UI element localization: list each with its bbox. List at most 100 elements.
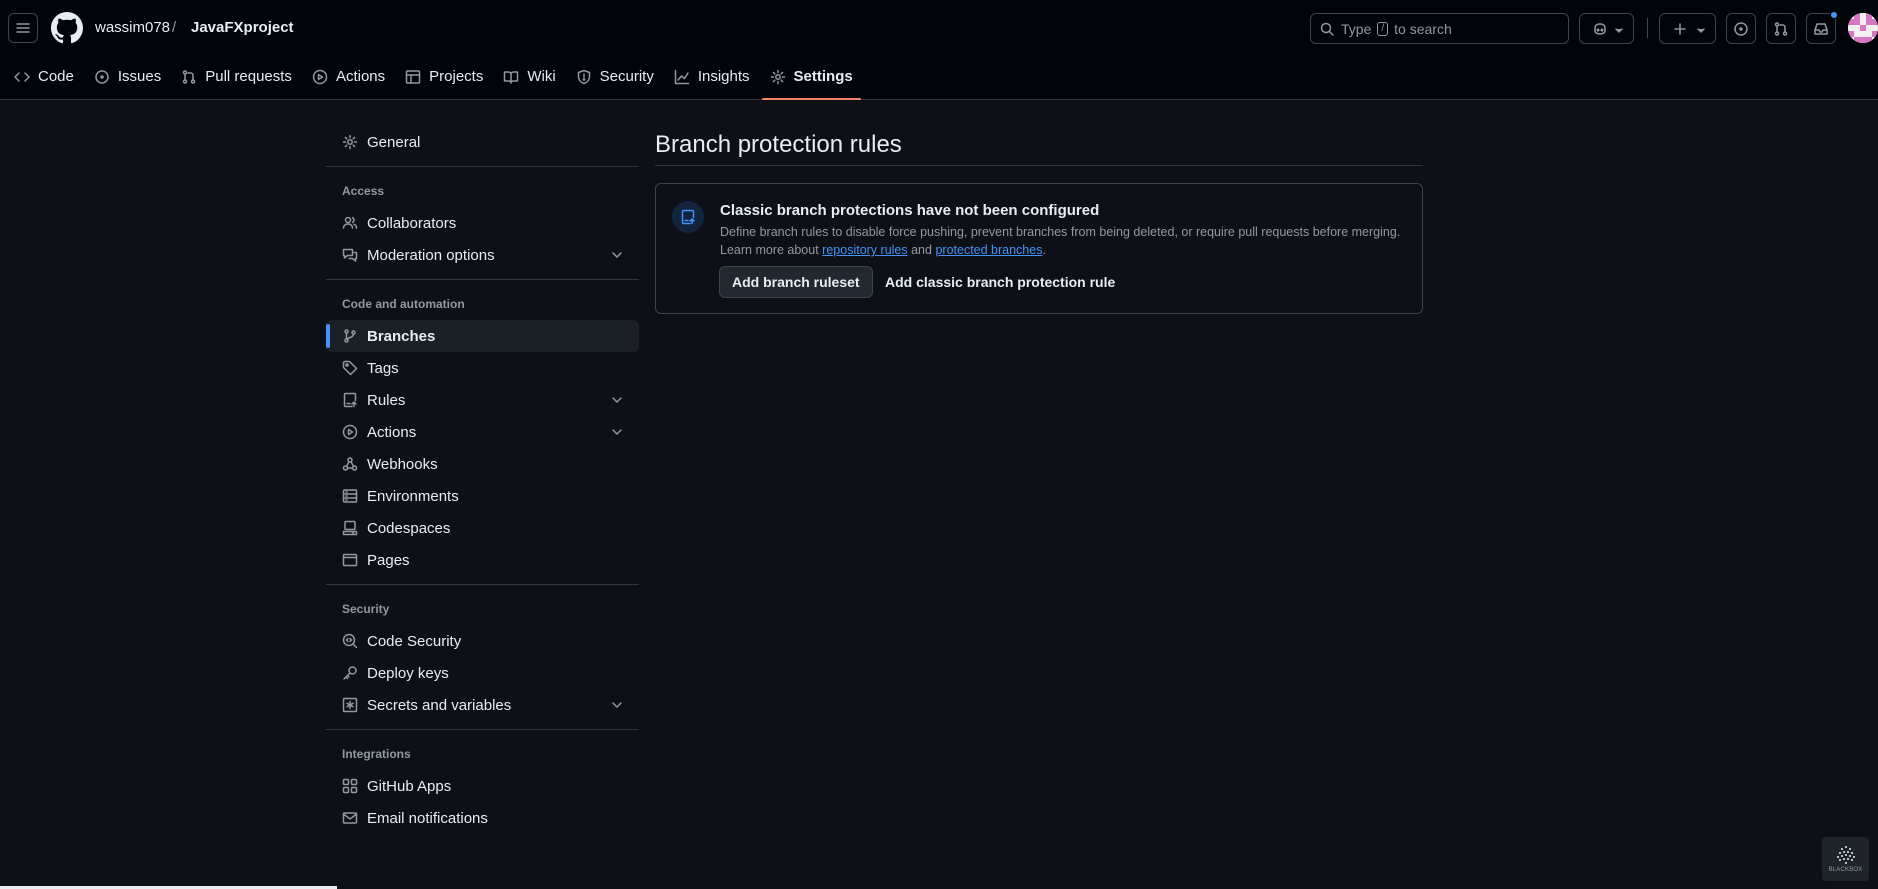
blackbox-logo: BLACKBOX	[1822, 837, 1869, 881]
apps-icon	[342, 778, 358, 794]
blackbox-label: BLACKBOX	[1828, 867, 1863, 873]
sidebar-item-label: Tags	[367, 359, 399, 377]
chevron-down-icon	[1693, 22, 1709, 38]
pull-request-icon	[1773, 21, 1789, 37]
pull-requests-button[interactable]	[1766, 13, 1796, 44]
tab-code[interactable]: Code	[6, 60, 82, 93]
search-icon	[1319, 21, 1335, 37]
description-line: Learn more about repository rules and pr…	[720, 241, 1400, 259]
sidebar-item-label: General	[367, 133, 421, 151]
sidebar-item-moderation[interactable]: Moderation options	[326, 239, 639, 271]
sidebar-item-rules[interactable]: Rules	[326, 384, 639, 416]
git-branch-icon	[342, 328, 358, 344]
sidebar-item-label: Branches	[367, 327, 436, 345]
tab-wiki[interactable]: Wiki	[495, 60, 563, 93]
sidebar-item-secrets[interactable]: Secrets and variables	[326, 689, 639, 721]
search-placeholder-prefix: Type	[1341, 20, 1372, 37]
sidebar-item-label: Rules	[367, 391, 406, 409]
blankslate: Classic branch protections have not been…	[655, 183, 1423, 314]
tab-issues[interactable]: Issues	[86, 60, 169, 93]
server-icon	[342, 488, 358, 504]
repo-nav-tabs: Code Issues Pull requests Actions Projec…	[6, 60, 865, 100]
sidebar-item-branches[interactable]: Branches	[326, 320, 639, 352]
tab-label: Actions	[335, 68, 386, 85]
blankslate-heading: Classic branch protections have not been…	[720, 202, 1100, 219]
sidebar-item-general[interactable]: General	[326, 126, 639, 158]
sidebar-heading-code: Code and automation	[342, 297, 465, 311]
breadcrumb-owner[interactable]: wassim078	[95, 19, 170, 36]
settings-sidebar: General Access Collaborators Moderation …	[326, 126, 639, 834]
gear-icon	[770, 69, 786, 85]
chevron-down-icon	[609, 247, 625, 263]
play-icon	[342, 424, 358, 440]
tag-icon	[342, 360, 358, 376]
search-shortcut-key: /	[1377, 21, 1389, 36]
notification-dot	[1830, 11, 1838, 19]
chevron-down-icon	[609, 697, 625, 713]
tab-insights[interactable]: Insights	[666, 60, 758, 93]
and-text: and	[911, 243, 932, 257]
protected-branches-link[interactable]: protected branches	[935, 243, 1042, 257]
search-placeholder-suffix: to search	[1394, 20, 1452, 37]
sidebar-item-email-notifications[interactable]: Email notifications	[326, 802, 639, 834]
add-classic-rule-button[interactable]: Add classic branch protection rule	[872, 266, 1128, 298]
sidebar-item-environments[interactable]: Environments	[326, 480, 639, 512]
sidebar-item-actions[interactable]: Actions	[326, 416, 639, 448]
table-icon	[405, 69, 421, 85]
tab-actions[interactable]: Actions	[304, 60, 393, 93]
sidebar-item-collaborators[interactable]: Collaborators	[326, 207, 639, 239]
pull-request-icon	[181, 69, 197, 85]
tab-settings[interactable]: Settings	[761, 60, 861, 100]
breadcrumb-repo[interactable]: JavaFXproject	[191, 19, 294, 36]
sidebar-heading-security: Security	[342, 602, 390, 616]
blankslate-description: Define branch rules to disable force pus…	[720, 223, 1400, 259]
chevron-down-icon	[609, 392, 625, 408]
page-title: Branch protection rules	[655, 126, 1423, 166]
description-line: Define branch rules to disable force pus…	[720, 225, 1401, 239]
chevron-down-icon	[609, 424, 625, 440]
sidebar-heading-integrations: Integrations	[342, 747, 411, 761]
play-icon	[312, 69, 328, 85]
search-input[interactable]: Type / to search	[1310, 13, 1569, 44]
tab-label: Code	[38, 68, 74, 85]
app-header: wassim078 / JavaFXproject Type / to sear…	[0, 0, 1878, 100]
issue-icon	[1733, 21, 1749, 37]
tab-label: Pull requests	[205, 68, 292, 85]
tab-label: Settings	[793, 68, 853, 85]
sidebar-divider	[326, 729, 639, 730]
sidebar-item-deploy-keys[interactable]: Deploy keys	[326, 657, 639, 689]
copilot-button[interactable]	[1579, 13, 1634, 44]
sidebar-item-webhooks[interactable]: Webhooks	[326, 448, 639, 480]
sidebar-heading-access: Access	[342, 184, 385, 198]
sidebar-item-pages[interactable]: Pages	[326, 544, 639, 576]
repo-push-icon	[672, 201, 704, 233]
tab-projects[interactable]: Projects	[397, 60, 491, 93]
add-branch-ruleset-button[interactable]: Add branch ruleset	[719, 266, 873, 298]
book-icon	[503, 69, 519, 85]
sidebar-item-tags[interactable]: Tags	[326, 352, 639, 384]
menu-button[interactable]	[8, 13, 38, 43]
avatar[interactable]	[1848, 13, 1878, 43]
period-text: .	[1042, 243, 1046, 257]
sidebar-item-github-apps[interactable]: GitHub Apps	[326, 770, 639, 802]
create-new-button[interactable]	[1659, 13, 1716, 44]
sidebar-item-label: Deploy keys	[367, 664, 449, 682]
tab-label: Wiki	[527, 68, 556, 85]
sidebar-item-label: Code Security	[367, 632, 462, 650]
tab-pull-requests[interactable]: Pull requests	[173, 60, 300, 93]
breadcrumb-separator: /	[172, 19, 177, 36]
sidebar-item-codespaces[interactable]: Codespaces	[326, 512, 639, 544]
tab-security[interactable]: Security	[568, 60, 662, 93]
sidebar-item-label: Actions	[367, 423, 417, 441]
github-logo[interactable]	[51, 12, 83, 44]
mail-icon	[342, 810, 358, 826]
gear-icon	[342, 134, 358, 150]
sidebar-item-label: Collaborators	[367, 214, 457, 232]
sidebar-item-label: Codespaces	[367, 519, 451, 537]
repository-rules-link[interactable]: repository rules	[822, 243, 907, 257]
sidebar-item-label: Moderation options	[367, 246, 495, 264]
issues-button[interactable]	[1726, 13, 1756, 44]
inbox-icon	[1813, 21, 1829, 37]
sidebar-item-code-security[interactable]: Code Security	[326, 625, 639, 657]
shield-icon	[576, 69, 592, 85]
